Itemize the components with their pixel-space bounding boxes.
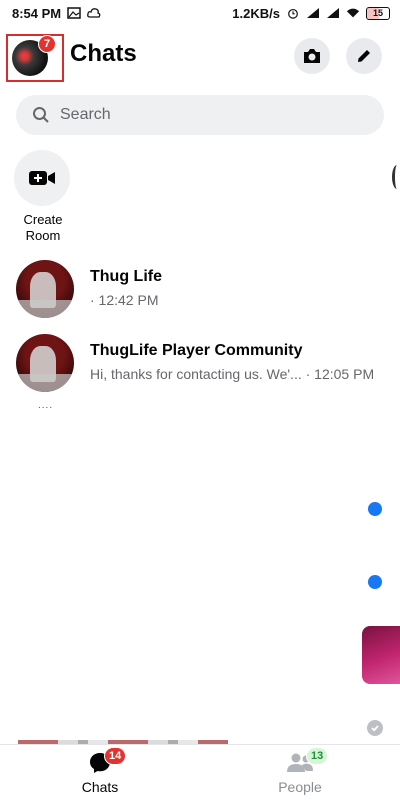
status-left-icons [67, 7, 101, 19]
unread-dot [368, 575, 382, 589]
chat-name: ThugLife Player Community [90, 342, 303, 359]
chat-item-thug-life[interactable]: Thug Life · 12:42 PM [16, 260, 396, 320]
people-badge: 13 [306, 747, 329, 765]
camera-icon [304, 49, 320, 63]
tab-people[interactable]: 13 People [250, 747, 350, 795]
tab-chats-icon-wrap: 14 [50, 747, 150, 777]
unread-dot [368, 502, 382, 516]
wifi-icon [346, 8, 360, 18]
bottom-navigation: 14 Chats 13 People [0, 744, 400, 800]
chat-name: Thug Life [90, 268, 162, 285]
image-icon [67, 7, 81, 19]
status-bar: 8:54 PM 1.2KB/s 15 [0, 0, 400, 26]
battery-level: 15 [372, 8, 383, 18]
tab-chats[interactable]: 14 Chats [50, 747, 150, 795]
typing-dots: .... [38, 400, 54, 411]
search-bar[interactable] [16, 95, 384, 135]
search-input[interactable] [60, 106, 360, 124]
create-room-circle[interactable] [14, 150, 70, 206]
create-room-button[interactable]: Create Room [14, 150, 72, 244]
tab-people-label: People [278, 779, 322, 795]
header: 7 Chats [0, 34, 400, 82]
chat-avatar [16, 334, 74, 392]
alarm-icon [288, 8, 298, 19]
video-add-icon [29, 171, 55, 185]
tab-people-icon-wrap: 13 [250, 747, 350, 777]
network-speed: 1.2KB/s [232, 5, 280, 21]
cloud-icon [87, 8, 101, 18]
chat-item-thuglife-player-community[interactable]: ThugLife Player Community Hi, thanks for… [16, 334, 396, 394]
signal-icon-2 [327, 8, 339, 18]
edge-fragment [392, 165, 400, 189]
chat-time: · 12:05 PM [305, 366, 375, 382]
story-thumbnail[interactable] [362, 626, 400, 684]
chat-preview: Hi, thanks for contacting us. We'... [90, 366, 302, 382]
seen-check-icon [367, 720, 383, 736]
chat-avatar [16, 260, 74, 318]
create-room-label: Create Room [23, 212, 63, 243]
camera-button[interactable] [294, 38, 330, 74]
chat-time: · 12:42 PM [90, 292, 159, 308]
page-title: Chats [70, 40, 137, 67]
profile-avatar-button[interactable]: 7 [6, 34, 64, 82]
pencil-icon [358, 50, 370, 62]
status-time: 8:54 PM [12, 5, 62, 21]
compose-button[interactable] [346, 38, 382, 74]
battery-indicator: 15 [366, 6, 390, 20]
chats-badge: 14 [104, 747, 127, 765]
avatar-notification-badge: 7 [38, 35, 56, 53]
signal-icon-1 [307, 8, 319, 18]
chat-subtitle: · 12:42 PM [90, 292, 158, 308]
chat-subtitle: Hi, thanks for contacting us. We'... · 1… [90, 366, 374, 382]
tab-chats-label: Chats [81, 779, 119, 795]
status-right-icons: 1.2KB/s 15 [232, 6, 390, 21]
search-icon [33, 107, 49, 123]
